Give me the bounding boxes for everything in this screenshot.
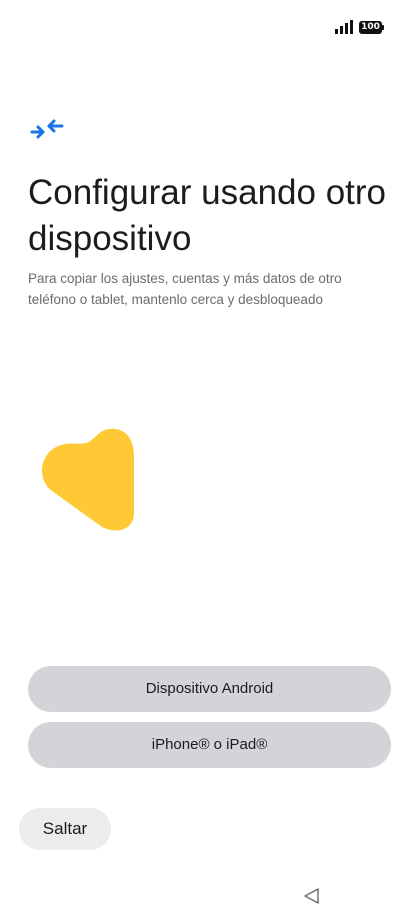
back-triangle-icon[interactable] — [303, 887, 321, 905]
skip-label: Saltar — [42, 819, 88, 838]
signal-bars-icon — [335, 20, 353, 34]
android-device-label: Dispositivo Android — [145, 680, 274, 697]
battery-icon: 100 — [359, 21, 382, 34]
iphone-ipad-label: iPhone® o iPad® — [151, 736, 268, 753]
skip-button[interactable]: Saltar — [19, 808, 111, 850]
iphone-ipad-button[interactable]: iPhone® o iPad® — [28, 722, 391, 768]
status-bar: 100 — [0, 0, 419, 56]
page-subtitle: Para copiar los ajustes, cuentas y más d… — [28, 271, 342, 307]
android-device-button[interactable]: Dispositivo Android — [28, 666, 391, 712]
transfer-arrows-icon — [30, 119, 64, 139]
battery-tip — [382, 25, 384, 30]
page-title: Configurar usando otro dispositivo — [28, 173, 386, 258]
battery-level: 100 — [361, 22, 380, 32]
yellow-blob-illustration — [41, 428, 134, 531]
